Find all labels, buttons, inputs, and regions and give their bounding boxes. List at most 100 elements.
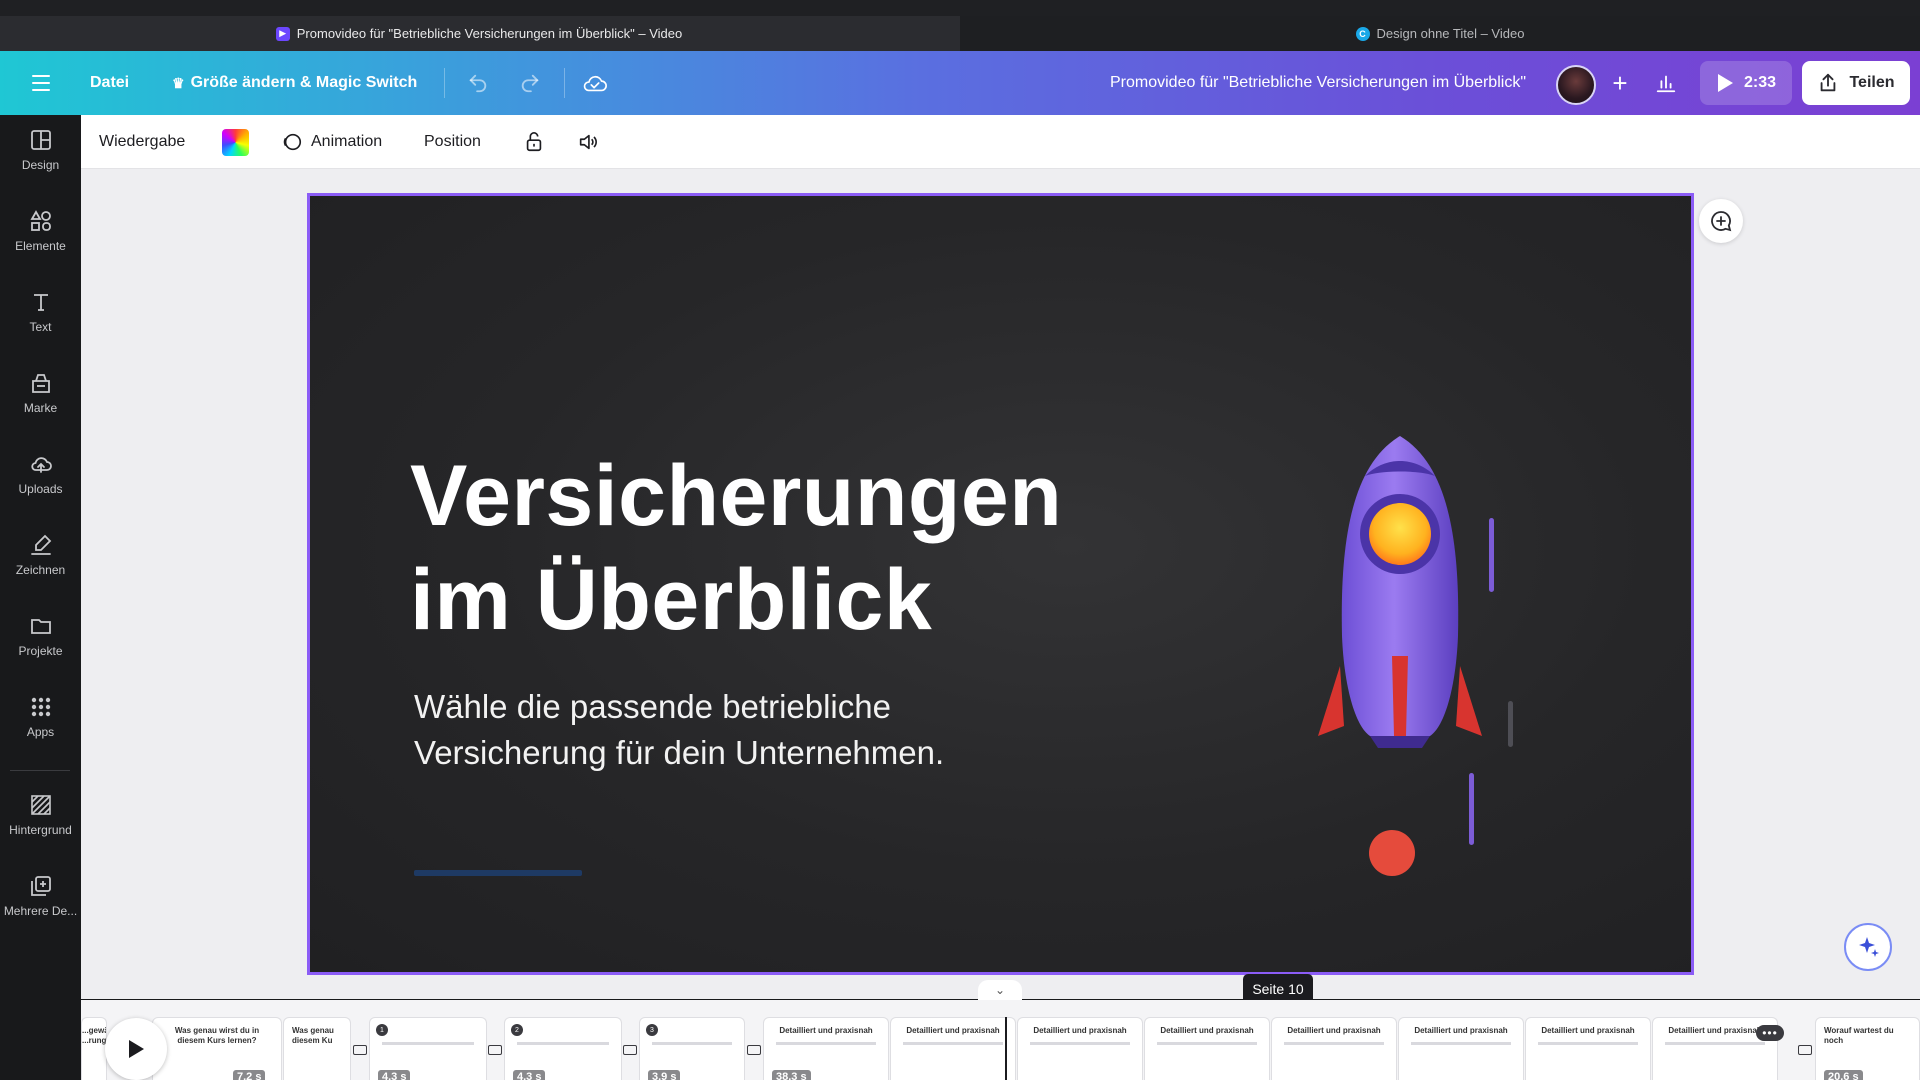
play-preview-button[interactable]: 2:33 xyxy=(1700,61,1792,105)
timeline-thumb[interactable]: Was genau diesem Ku xyxy=(283,1017,351,1080)
elements-icon xyxy=(29,210,51,231)
timeline-thumb[interactable]: 1 4,3 s xyxy=(369,1017,487,1080)
color-picker-button[interactable] xyxy=(222,115,249,169)
animation-label: Animation xyxy=(311,133,383,150)
brand-icon xyxy=(31,374,50,393)
sidebar-item-text[interactable]: Text xyxy=(0,277,81,347)
thumb-text: Was genau wirst du in diesem Kurs lernen… xyxy=(174,1026,260,1045)
timeline-thumb[interactable]: Detailliert und praxisnah xyxy=(1398,1017,1524,1080)
add-comment-button[interactable] xyxy=(1699,199,1743,243)
sidebar-item-brand[interactable]: Marke xyxy=(0,358,81,428)
document-title[interactable]: Promovideo für "Betriebliche Versicherun… xyxy=(1110,51,1526,115)
sidebar-item-projects[interactable]: Projekte xyxy=(0,601,81,671)
thumb-number: 2 xyxy=(511,1024,523,1036)
thumb-text: ...gewählt ...rung xyxy=(82,1026,107,1045)
position-button[interactable]: Position xyxy=(424,115,481,169)
timeline-play-button[interactable] xyxy=(105,1018,167,1080)
animation-button[interactable]: Animation xyxy=(281,115,382,169)
browser-topline xyxy=(0,0,1920,16)
play-duration: 2:33 xyxy=(1743,74,1777,91)
thumb-text: Detailliert und praxisnah xyxy=(1668,1026,1762,1035)
sidebar-divider xyxy=(10,770,70,771)
thumb-number: 3 xyxy=(646,1024,658,1036)
browser-tab-active-label: Promovideo für "Betriebliche Versicherun… xyxy=(296,26,683,41)
timeline-thumb[interactable]: Detailliert und praxisnah xyxy=(1271,1017,1397,1080)
timeline-thumb[interactable]: ...gewählt ...rung xyxy=(81,1017,107,1080)
slide-subtitle[interactable]: Wähle die passende betriebliche Versiche… xyxy=(414,684,944,776)
collapse-timeline-button[interactable]: ⌄ xyxy=(978,980,1022,1000)
more-options-icon[interactable]: ••• xyxy=(1756,1025,1784,1041)
sidebar-item-elements[interactable]: Elemente xyxy=(0,196,81,266)
thumb-text: Detailliert und praxisnah xyxy=(1160,1026,1254,1035)
timeline: ...gewählt ...rung Was genau wirst du in… xyxy=(81,1000,1920,1080)
cloud-saved-icon[interactable] xyxy=(579,67,611,99)
timeline-thumb[interactable]: Was genau wirst du in diesem Kurs lernen… xyxy=(152,1017,282,1080)
thumb-content-lines xyxy=(1665,1042,1765,1045)
browser-tab-inactive-label: Design ohne Titel – Video xyxy=(1376,26,1525,41)
transition-icon[interactable] xyxy=(623,1045,637,1055)
redo-icon[interactable] xyxy=(514,67,546,99)
transition-icon[interactable] xyxy=(747,1045,761,1055)
slide-title-line: Versicherungen xyxy=(410,448,1063,544)
add-collaborator-icon[interactable]: + xyxy=(1604,67,1636,99)
timeline-thumb[interactable]: Detailliert und praxisnah xyxy=(890,1017,1016,1080)
thumb-text: Detailliert und praxisnah xyxy=(906,1026,1000,1035)
rocket-illustration[interactable] xyxy=(1310,436,1490,836)
playback-button[interactable]: Wiedergabe xyxy=(99,115,185,169)
sidebar-item-uploads[interactable]: Uploads xyxy=(0,439,81,509)
file-menu-button[interactable]: Datei xyxy=(90,51,129,115)
editor-header: Datei ♛ Größe ändern & Magic Switch Prom… xyxy=(0,51,1920,115)
sidebar-item-design[interactable]: Design xyxy=(0,115,81,185)
thumb-content-lines xyxy=(1538,1042,1638,1045)
left-sidebar: Design Elemente Text Marke Uploads Zeich… xyxy=(0,115,81,1080)
browser-tabbar: ▶ Promovideo für "Betriebliche Versicher… xyxy=(0,0,1920,51)
transition-icon[interactable] xyxy=(1798,1045,1812,1055)
timeline-thumb[interactable]: Detailliert und praxisnah xyxy=(1144,1017,1270,1080)
header-divider xyxy=(564,68,565,98)
transition-icon[interactable] xyxy=(353,1045,367,1055)
planet-illustration[interactable] xyxy=(1369,830,1415,876)
design-icon xyxy=(30,130,51,150)
sidebar-item-label: Mehrere De... xyxy=(3,904,78,918)
slide-accent-bar[interactable] xyxy=(414,870,582,876)
timeline-thumb[interactable]: Detailliert und praxisnah xyxy=(1525,1017,1651,1080)
canva-favicon-icon: C xyxy=(1355,26,1370,41)
sidebar-item-label: Zeichnen xyxy=(15,563,66,577)
undo-icon[interactable] xyxy=(462,67,494,99)
slide-title[interactable]: Versicherungen im Überblick xyxy=(410,444,1062,652)
browser-tab-active[interactable]: ▶ Promovideo für "Betriebliche Versicher… xyxy=(0,16,958,51)
thumb-duration: 7,2 s xyxy=(233,1070,266,1080)
thumb-content-lines xyxy=(1411,1042,1511,1045)
insights-chart-icon[interactable] xyxy=(1650,67,1682,99)
timeline-thumb[interactable]: Detailliert und praxisnah xyxy=(1017,1017,1143,1080)
sidebar-item-apps[interactable]: Apps xyxy=(0,682,81,752)
thumb-content-lines xyxy=(903,1042,1003,1045)
share-icon xyxy=(1821,73,1836,92)
slide-title-line: im Überblick xyxy=(410,552,933,648)
thumb-content-lines xyxy=(382,1042,474,1045)
browser-tab-inactive[interactable]: C Design ohne Titel – Video xyxy=(960,16,1920,51)
apps-icon xyxy=(31,697,50,717)
timeline-playhead[interactable] xyxy=(1005,1017,1007,1080)
menu-icon[interactable] xyxy=(26,51,56,115)
thumb-text: Detailliert und praxisnah xyxy=(779,1026,873,1035)
speed-line xyxy=(1469,773,1474,845)
timeline-thumb[interactable]: 3 3,9 s xyxy=(639,1017,745,1080)
sidebar-item-label: Projekte xyxy=(18,644,63,658)
timeline-thumb[interactable]: Detailliert und praxisnah 38,3 s xyxy=(763,1017,889,1080)
slide-canvas[interactable]: Versicherungen im Überblick Wähle die pa… xyxy=(307,193,1694,975)
share-button[interactable]: Teilen xyxy=(1802,61,1910,105)
magic-assistant-button[interactable] xyxy=(1844,923,1892,971)
transition-icon[interactable] xyxy=(488,1045,502,1055)
timeline-thumb[interactable]: Worauf wartest du noch 20,6 s xyxy=(1815,1017,1920,1080)
lock-icon[interactable] xyxy=(523,115,545,169)
video-favicon-icon: ▶ xyxy=(275,26,290,41)
sidebar-item-background[interactable]: Hintergrund xyxy=(0,780,81,850)
multiple-designs-icon xyxy=(30,876,51,896)
sidebar-item-multiple-designs[interactable]: Mehrere De... xyxy=(0,861,81,931)
volume-icon[interactable] xyxy=(577,115,599,169)
magic-switch-button[interactable]: ♛ Größe ändern & Magic Switch xyxy=(172,51,417,115)
sidebar-item-draw[interactable]: Zeichnen xyxy=(0,520,81,590)
user-avatar[interactable] xyxy=(1556,65,1596,105)
timeline-thumb[interactable]: 2 4,3 s xyxy=(504,1017,622,1080)
